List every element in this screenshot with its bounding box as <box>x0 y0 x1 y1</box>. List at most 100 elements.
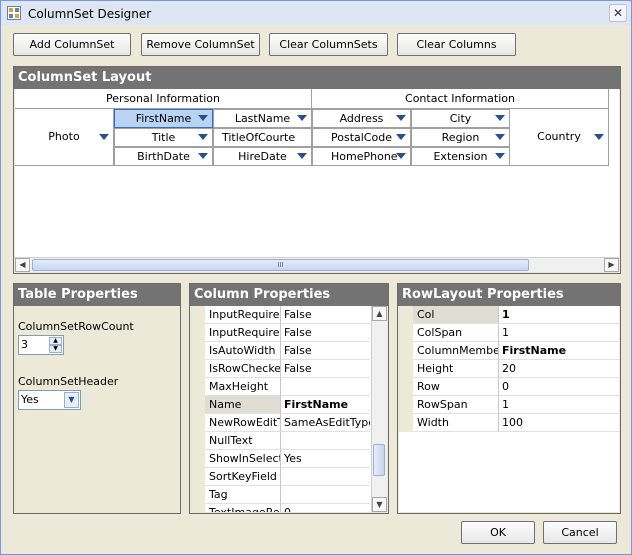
property-row[interactable]: SortKeyField <box>191 468 387 486</box>
stepper-down-icon[interactable]: ▼ <box>49 345 62 353</box>
property-row[interactable]: Row 0 <box>399 378 619 396</box>
property-row[interactable]: IsAutoWidth False <box>191 342 387 360</box>
chevron-down-icon[interactable] <box>198 134 208 140</box>
chevron-down-icon[interactable] <box>495 153 505 159</box>
clear-columns-button[interactable]: Clear Columns <box>397 33 516 56</box>
column-city[interactable]: City <box>411 109 510 128</box>
group-personal-information[interactable]: Personal Information <box>15 89 312 109</box>
column-title-label: Title <box>151 131 176 144</box>
row-gutter <box>191 306 205 324</box>
property-row[interactable]: Height 20 <box>399 360 619 378</box>
scroll-up-icon[interactable]: ▲ <box>372 306 387 321</box>
property-row[interactable]: IsRowChecker False <box>191 360 387 378</box>
scroll-thumb[interactable]: III <box>32 259 529 271</box>
property-value[interactable]: False <box>281 306 370 324</box>
add-columnset-button[interactable]: Add ColumnSet <box>13 33 131 56</box>
property-row[interactable]: RowSpan 1 <box>399 396 619 414</box>
property-row[interactable]: ColumnMember FirstName <box>399 342 619 360</box>
property-row[interactable]: ColSpan 1 <box>399 324 619 342</box>
property-name: MaxHeight <box>205 378 281 396</box>
row-gutter <box>191 324 205 342</box>
column-firstname[interactable]: FirstName <box>114 109 213 128</box>
property-value[interactable]: 1 <box>499 306 619 324</box>
property-value[interactable]: FirstName <box>499 342 619 360</box>
column-firstname-label: FirstName <box>135 112 192 125</box>
property-row[interactable]: NewRowEditT SameAsEditType <box>191 414 387 432</box>
property-value[interactable]: 1 <box>499 396 619 414</box>
columnset-rowcount-stepper[interactable]: 3 ▲ ▼ <box>18 335 64 355</box>
scroll-thumb[interactable] <box>373 444 385 476</box>
chevron-down-icon[interactable] <box>198 153 208 159</box>
property-value[interactable] <box>281 486 370 504</box>
column-region-label: Region <box>441 131 480 144</box>
remove-columnset-button[interactable]: Remove ColumnSet <box>141 33 260 56</box>
property-row[interactable]: TextImageRe0 <box>191 504 387 512</box>
column-photo[interactable]: Photo <box>15 109 114 166</box>
property-name: InputRequired <box>205 324 281 342</box>
property-row[interactable]: Name FirstName <box>191 396 387 414</box>
property-value[interactable] <box>281 378 370 396</box>
column-properties-scrollbar[interactable]: ▲ ▼ <box>371 306 387 512</box>
property-value[interactable]: Yes <box>281 450 370 468</box>
chevron-down-icon[interactable] <box>495 134 505 140</box>
chevron-down-icon[interactable] <box>396 115 406 121</box>
property-value[interactable]: 0 <box>499 378 619 396</box>
columnset-rowcount-label: ColumnSetRowCount <box>18 320 134 333</box>
table-properties-panel: Table Properties ColumnSetRowCount 3 ▲ ▼… <box>13 283 181 514</box>
column-lastname[interactable]: LastName <box>213 109 312 128</box>
chevron-down-icon[interactable] <box>396 153 406 159</box>
property-row[interactable]: ShowInSelect Yes <box>191 450 387 468</box>
ok-button[interactable]: OK <box>461 521 535 544</box>
scroll-down-icon[interactable]: ▼ <box>372 497 387 512</box>
chevron-down-icon[interactable] <box>198 115 208 121</box>
property-value[interactable]: False <box>281 342 370 360</box>
chevron-down-icon[interactable] <box>594 134 604 140</box>
chevron-down-icon[interactable] <box>297 153 307 159</box>
chevron-down-icon[interactable] <box>396 134 406 140</box>
property-value[interactable] <box>281 468 370 486</box>
chevron-down-icon[interactable] <box>297 115 307 121</box>
scroll-left-icon[interactable]: ◀ <box>15 258 30 272</box>
column-postalcode[interactable]: PostalCode <box>312 128 411 147</box>
property-value[interactable]: FirstName <box>281 396 370 414</box>
chevron-down-icon[interactable] <box>99 134 109 140</box>
column-homephone[interactable]: HomePhone <box>312 147 411 166</box>
property-value[interactable]: SameAsEditType <box>281 414 370 432</box>
column-address[interactable]: Address <box>312 109 411 128</box>
column-titleofcourtesy[interactable]: TitleOfCourte <box>213 128 312 147</box>
property-value[interactable]: 0 <box>281 504 370 512</box>
close-button[interactable]: ✕ <box>609 4 627 22</box>
property-row[interactable]: Width 100 <box>399 414 619 432</box>
column-region[interactable]: Region <box>411 128 510 147</box>
group-contact-information[interactable]: Contact Information <box>312 89 609 109</box>
cancel-button[interactable]: Cancel <box>543 521 617 544</box>
table-properties-title: Table Properties <box>14 284 180 306</box>
column-hiredate[interactable]: HireDate <box>213 147 312 166</box>
chevron-down-icon[interactable]: ▼ <box>64 392 79 408</box>
property-value[interactable]: 1 <box>499 324 619 342</box>
property-row[interactable]: InputRequired False <box>191 324 387 342</box>
property-value[interactable]: False <box>281 360 370 378</box>
column-country[interactable]: Country <box>510 109 609 166</box>
column-title[interactable]: Title <box>114 128 213 147</box>
scroll-right-icon[interactable]: ▶ <box>604 258 619 272</box>
columnset-header-select[interactable]: Yes ▼ <box>18 390 81 410</box>
stepper-up-icon[interactable]: ▲ <box>49 337 62 345</box>
column-extension[interactable]: Extension <box>411 147 510 166</box>
property-value[interactable]: 100 <box>499 414 619 432</box>
layout-horizontal-scrollbar[interactable]: ◀ III ▶ <box>15 257 619 272</box>
property-row[interactable]: Col 1 <box>399 306 619 324</box>
property-value[interactable] <box>281 432 370 450</box>
property-value[interactable]: 20 <box>499 360 619 378</box>
property-value[interactable]: False <box>281 324 370 342</box>
row-gutter <box>191 396 205 414</box>
property-row[interactable]: MaxHeight <box>191 378 387 396</box>
chevron-down-icon[interactable] <box>495 115 505 121</box>
title-bar: ColumnSet Designer ✕ <box>1 1 631 25</box>
column-birthdate[interactable]: BirthDate <box>114 147 213 166</box>
row-gutter <box>191 378 205 396</box>
clear-columnsets-button[interactable]: Clear ColumnSets <box>269 33 388 56</box>
property-row[interactable]: Tag <box>191 486 387 504</box>
property-row[interactable]: InputRequired False <box>191 306 387 324</box>
property-row[interactable]: NullText <box>191 432 387 450</box>
